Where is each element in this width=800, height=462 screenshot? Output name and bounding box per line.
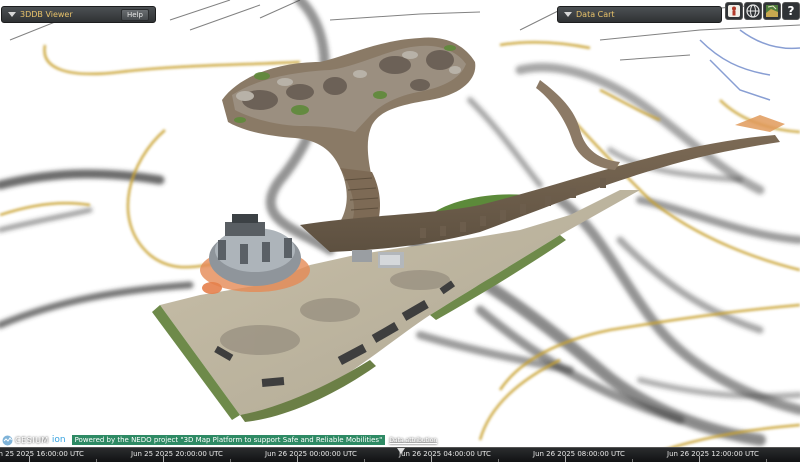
timeline-label: Jun 26 2025 00:00:00 UTC [265,450,357,458]
help-icon: ? [787,4,795,18]
cesium-logo-icon [2,435,13,445]
help-toolbar-button[interactable]: ? [782,2,800,20]
globe-icon [746,4,760,18]
data-attribution-link[interactable]: Data attribution [389,437,437,444]
collapse-triangle-icon[interactable] [8,12,16,17]
timeline[interactable]: Jun 25 2025 16:00:00 UTC Jun 25 2025 20:… [0,447,800,462]
nedo-credit[interactable]: Powered by the NEDO project "3D Map Plat… [71,435,386,445]
data-cart-panel[interactable]: Data Cart [557,6,722,23]
map-3d-scene[interactable] [0,0,800,462]
person-pin-button[interactable] [725,2,743,20]
timeline-tick [565,456,566,462]
timeline-tick [699,456,700,462]
cesium-wordmark: CESIUM [15,435,49,445]
collapse-triangle-icon[interactable] [564,12,572,17]
timeline-label: Jun 25 2025 20:00:00 UTC [131,450,223,458]
timeline-tick [29,456,30,462]
timeline-tick [431,456,432,462]
ion-wordmark: ion [51,435,66,445]
timeline-label: Jun 26 2025 12:00:00 UTC [667,450,759,458]
timeline-needle-icon[interactable] [397,448,405,454]
timeline-label: Jun 26 2025 04:00:00 UTC [399,450,491,458]
timeline-tick [297,456,298,462]
viewer-panel[interactable]: 3DDB Viewer Help [1,6,156,23]
timeline-label: Jun 25 2025 16:00:00 UTC [0,450,84,458]
map-layers-icon [766,5,778,17]
timeline-label: Jun 26 2025 08:00:00 UTC [533,450,625,458]
help-button[interactable]: Help [121,9,149,21]
cesium-logo[interactable]: CESIUM ion [2,434,66,446]
credits-bar: CESIUM ion Powered by the NEDO project "… [2,434,437,446]
map-layers-button[interactable] [763,2,781,20]
data-cart-panel-title: Data Cart [576,10,615,19]
person-pin-icon [728,5,740,17]
viewer-panel-title: 3DDB Viewer [20,10,73,19]
globe-button[interactable] [744,2,762,20]
timeline-tick [163,456,164,462]
